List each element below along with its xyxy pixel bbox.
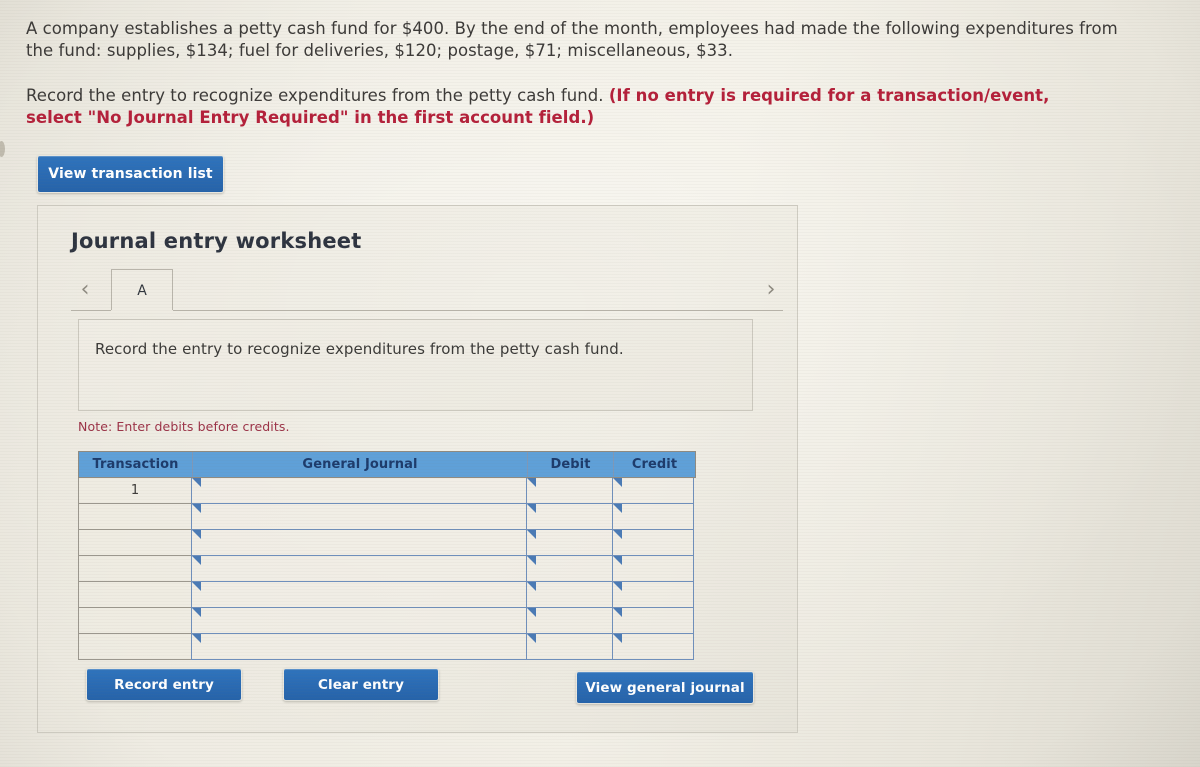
worksheet-note: Note: Enter debits before credits. xyxy=(78,419,290,434)
column-header-transaction: Transaction xyxy=(79,452,193,477)
worksheet-tab-strip: ‹ A › xyxy=(71,269,783,312)
cell-credit-input[interactable] xyxy=(612,504,694,530)
cell-debit-input[interactable] xyxy=(526,634,613,660)
table-row xyxy=(78,504,696,530)
cell-credit-input[interactable] xyxy=(612,530,694,556)
cell-debit-input[interactable] xyxy=(526,608,613,634)
cell-debit-input[interactable] xyxy=(526,530,613,556)
table-row: 1 xyxy=(78,478,696,504)
tab-strip-underline xyxy=(71,310,783,311)
cell-general-journal-input[interactable] xyxy=(191,478,527,504)
table-row xyxy=(78,634,696,660)
cell-general-journal-input[interactable] xyxy=(191,582,527,608)
journal-entry-worksheet-panel: Journal entry worksheet ‹ A › Record the… xyxy=(37,205,798,733)
cell-debit-input[interactable] xyxy=(526,556,613,582)
cell-credit-input[interactable] xyxy=(612,634,694,660)
cell-general-journal-input[interactable] xyxy=(191,608,527,634)
view-transaction-list-button[interactable]: View transaction list xyxy=(37,155,224,193)
table-row xyxy=(78,556,696,582)
cell-transaction xyxy=(78,582,192,608)
problem-statement-paragraph-1: A company establishes a petty cash fund … xyxy=(26,18,1138,62)
table-row xyxy=(78,582,696,608)
worksheet-title: Journal entry worksheet xyxy=(71,229,362,253)
column-header-debit: Debit xyxy=(528,452,614,477)
cell-transaction xyxy=(78,556,192,582)
cell-debit-input[interactable] xyxy=(526,504,613,530)
journal-entry-table: Transaction General Journal Debit Credit… xyxy=(78,451,696,660)
table-header-row: Transaction General Journal Debit Credit xyxy=(78,451,696,478)
cell-credit-input[interactable] xyxy=(612,582,694,608)
cell-general-journal-input[interactable] xyxy=(191,530,527,556)
cell-debit-input[interactable] xyxy=(526,582,613,608)
problem-statement-paragraph-2: Record the entry to recognize expenditur… xyxy=(26,85,1086,130)
cell-debit-input[interactable] xyxy=(526,478,613,504)
cell-transaction xyxy=(78,634,192,660)
cell-general-journal-input[interactable] xyxy=(191,634,527,660)
tab-a[interactable]: A xyxy=(111,269,173,311)
column-header-general-journal: General Journal xyxy=(193,452,528,477)
chevron-left-icon[interactable]: ‹ xyxy=(75,277,95,303)
problem-statement-text: A company establishes a petty cash fund … xyxy=(26,19,1118,61)
problem-instruction-text: Record the entry to recognize expenditur… xyxy=(26,86,609,105)
cell-transaction xyxy=(78,530,192,556)
column-header-credit: Credit xyxy=(631,457,678,472)
cell-transaction: 1 xyxy=(78,478,192,504)
cell-transaction xyxy=(78,504,192,530)
cell-credit-input[interactable] xyxy=(612,556,694,582)
clear-entry-button[interactable]: Clear entry xyxy=(283,668,439,701)
table-row xyxy=(78,608,696,634)
tab-strip-active-gap xyxy=(111,310,173,312)
record-entry-button[interactable]: Record entry xyxy=(86,668,242,701)
cell-general-journal-input[interactable] xyxy=(191,504,527,530)
cell-general-journal-input[interactable] xyxy=(191,556,527,582)
cell-credit-input[interactable] xyxy=(612,608,694,634)
view-general-journal-button[interactable]: View general journal xyxy=(576,671,754,704)
table-row xyxy=(78,530,696,556)
cell-transaction xyxy=(78,608,192,634)
chevron-right-icon[interactable]: › xyxy=(761,277,781,303)
cell-credit-input[interactable] xyxy=(612,478,694,504)
worksheet-instruction-box: Record the entry to recognize expenditur… xyxy=(78,319,753,411)
worksheet-instruction-text: Record the entry to recognize expenditur… xyxy=(95,340,624,358)
table-body: 1 xyxy=(78,478,696,660)
